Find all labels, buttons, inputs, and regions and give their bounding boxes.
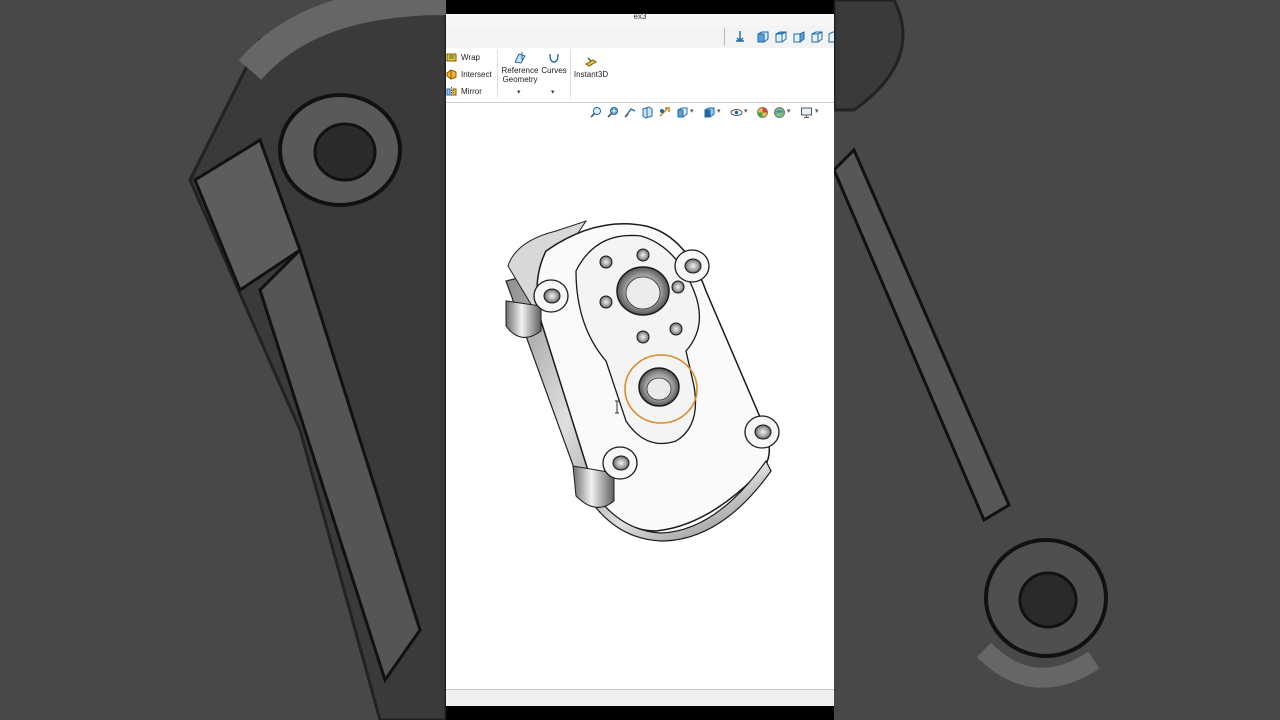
graphics-area[interactable] — [446, 121, 834, 689]
bolt-hole[interactable] — [599, 295, 613, 309]
intersect-icon — [446, 69, 457, 80]
curves-button[interactable]: Curves — [540, 52, 568, 75]
view-orientation-dropdown[interactable]: ▾ — [690, 107, 694, 115]
previous-view-icon[interactable] — [624, 106, 637, 119]
display-style-icon[interactable] — [703, 106, 716, 119]
curves-label: Curves — [541, 66, 567, 75]
view-settings-dropdown[interactable]: ▾ — [815, 107, 819, 115]
curves-dropdown-arrow[interactable]: ▾ — [551, 88, 555, 96]
dynamic-annotation-icon[interactable] — [658, 106, 671, 119]
wrap-button[interactable]: Wrap — [446, 52, 480, 63]
right-view-icon[interactable] — [792, 30, 806, 44]
reference-geometry-label-line2: Geometry — [502, 75, 538, 84]
zoom-area-icon[interactable] — [607, 106, 620, 119]
instant3d-label: Instant3D — [573, 70, 609, 79]
zoom-to-fit-icon[interactable] — [590, 106, 603, 119]
isometric-view-icon[interactable] — [810, 30, 824, 44]
view-heads-up-toolbar: ▾ ▾ ▾ ▾ ▾ — [446, 103, 834, 121]
edit-appearance-icon[interactable] — [756, 106, 769, 119]
view-orientation-icon[interactable] — [676, 106, 689, 119]
left-background-blur — [0, 0, 446, 720]
intersect-button[interactable]: Intersect — [446, 69, 492, 80]
view-settings-icon[interactable] — [800, 106, 813, 119]
apply-scene-icon[interactable] — [773, 106, 786, 119]
hide-show-dropdown[interactable]: ▾ — [744, 107, 748, 115]
reference-geometry-icon — [514, 52, 526, 64]
normal-to-icon[interactable] — [733, 30, 747, 44]
bolt-hole[interactable] — [636, 248, 650, 262]
mirror-icon — [446, 87, 457, 96]
bolt-hole[interactable] — [599, 255, 613, 269]
part-model-render[interactable] — [446, 121, 834, 689]
instant3d-button[interactable]: Instant3D — [573, 56, 609, 79]
right-background-blur — [834, 0, 1280, 720]
section-view-icon[interactable] — [641, 106, 654, 119]
hide-show-icon[interactable] — [730, 106, 743, 119]
bolt-hole[interactable] — [671, 280, 685, 294]
reference-geometry-label-line1: Reference — [501, 66, 539, 75]
ribbon-separator — [570, 50, 571, 98]
ribbon-separator — [497, 50, 498, 98]
reference-geometry-button[interactable]: Reference Geometry — [501, 52, 539, 84]
main-bore-inner — [625, 276, 661, 310]
display-style-dropdown[interactable]: ▾ — [717, 107, 721, 115]
solidworks-window: ex3 Wrap Intersect Mirror Reference Geom… — [446, 0, 834, 720]
toolbar-separator — [724, 28, 725, 46]
wrap-label: Wrap — [461, 53, 480, 62]
apply-scene-dropdown[interactable]: ▾ — [787, 107, 791, 115]
mirror-button[interactable]: Mirror — [446, 86, 482, 97]
title-bar: ex3 — [446, 12, 834, 26]
trimetric-view-icon[interactable] — [827, 30, 834, 44]
intersect-label: Intersect — [461, 70, 492, 79]
front-view-icon[interactable] — [756, 30, 770, 44]
secondary-bore-inner — [646, 377, 672, 401]
top-view-icon[interactable] — [774, 30, 788, 44]
status-bar — [446, 689, 834, 707]
document-title: ex3 — [633, 12, 647, 21]
bolt-hole[interactable] — [636, 330, 650, 344]
heads-up-command-bar — [446, 26, 834, 49]
reference-geometry-dropdown-arrow[interactable]: ▾ — [517, 88, 521, 96]
background-part-render-right — [834, 0, 1108, 688]
mirror-label: Mirror — [461, 87, 482, 96]
instant3d-icon — [585, 57, 597, 67]
wrap-icon — [446, 53, 457, 62]
command-manager-ribbon: Wrap Intersect Mirror Reference Geometry… — [446, 48, 834, 103]
corner-boss-bottom-right[interactable] — [744, 415, 780, 449]
curves-icon — [549, 53, 559, 63]
background-part-render-left — [188, 0, 446, 720]
corner-boss-top-right[interactable] — [674, 249, 710, 283]
bolt-hole[interactable] — [669, 322, 683, 336]
bottom-black-bar — [446, 706, 834, 720]
